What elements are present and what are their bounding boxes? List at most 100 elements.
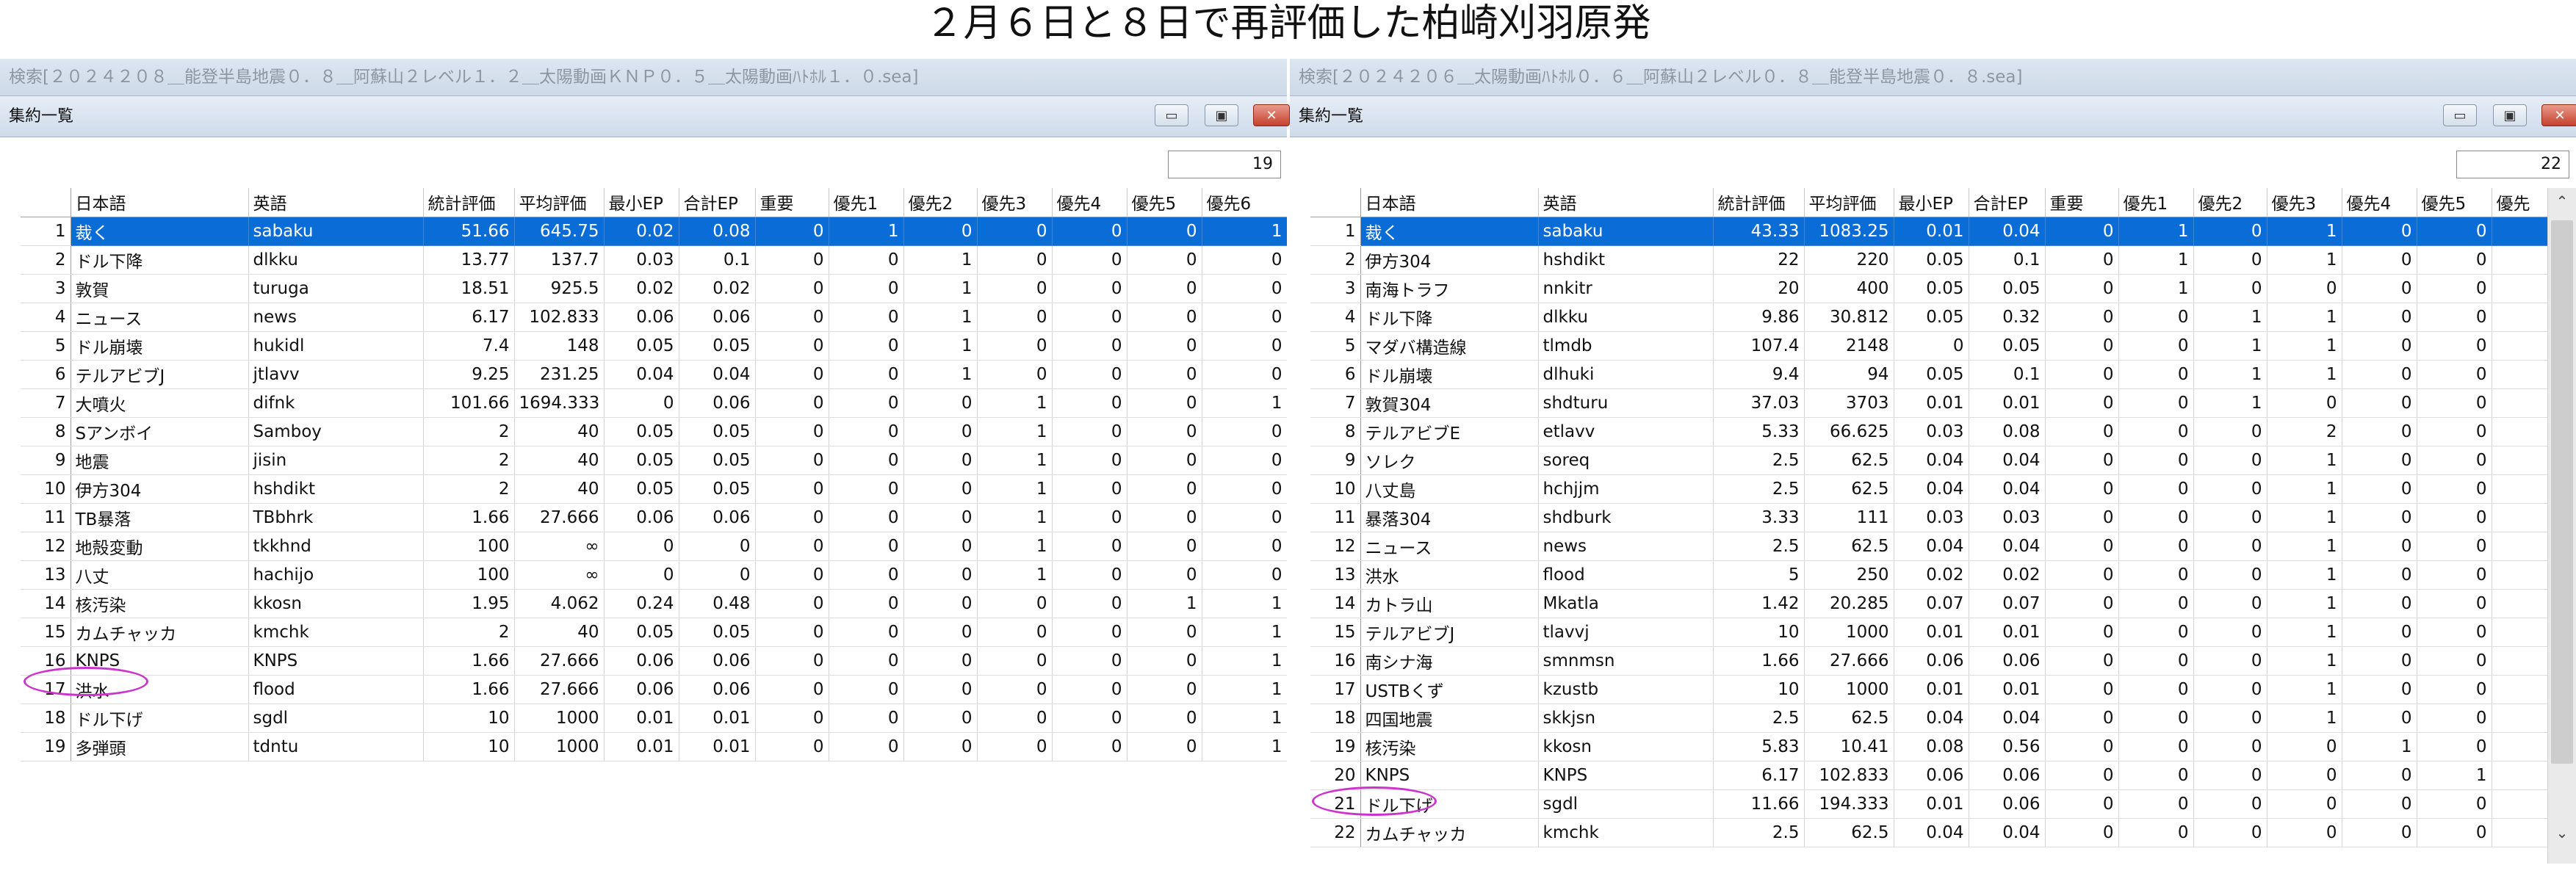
table-row[interactable]: 8 Sアンボイ Samboy 2 40 0.05 0.05 0 0 0 1 0 0 0 bbox=[21, 417, 1287, 446]
column-header[interactable]: 優先 bbox=[2492, 188, 2548, 217]
table-row[interactable]: 1 裁く sabaku 51.66 645.75 0.02 0.08 0 1 0 0 0 0 1 bbox=[21, 217, 1287, 246]
column-header[interactable]: 優先1 bbox=[829, 188, 904, 217]
table-cell: 62.5 bbox=[1804, 703, 1894, 733]
table-row[interactable]: 6 ドル崩壊 dlhuki 9.4 94 0.05 0.1 0 0 1 1 0 0 bbox=[1310, 360, 2548, 389]
scroll-down-icon[interactable]: ⌄ bbox=[2548, 820, 2576, 846]
column-header[interactable]: 優先3 bbox=[2267, 188, 2342, 217]
scroll-up-icon[interactable]: ⌃ bbox=[2548, 188, 2576, 214]
table-cell: 27.666 bbox=[514, 675, 605, 704]
table-row[interactable]: 2 伊方304 hshdikt 22 220 0.05 0.1 0 1 0 1 0 0 bbox=[1310, 245, 2548, 275]
column-header[interactable]: 重要 bbox=[2045, 188, 2119, 217]
column-header[interactable]: 合計EP bbox=[1969, 188, 2046, 217]
table-row[interactable]: 5 ドル崩壊 hukidl 7.4 148 0.05 0.05 0 0 1 0 0 0 0 bbox=[21, 331, 1287, 361]
row-number: 17 bbox=[21, 675, 71, 704]
column-header[interactable]: 優先3 bbox=[977, 188, 1053, 217]
table-row[interactable]: 8 テルアビブE etlavv 5.33 66.625 0.03 0.08 0 0 0 2 0 0 bbox=[1310, 417, 2548, 446]
row-number: 6 bbox=[21, 360, 71, 389]
result-grid[interactable]: 日本語 英語 統計評価 平均評価 最小EP 合計EP 重要 優先1 優先2 優先3 優先4 優先5 優先… bbox=[21, 188, 1287, 847]
table-row[interactable]: 10 伊方304 hshdikt 2 40 0.05 0.05 0 0 0 1 0 0 0 bbox=[21, 474, 1287, 504]
table-cell: 0 bbox=[1202, 560, 1287, 590]
scrollbar-thumb[interactable] bbox=[2551, 220, 2573, 764]
column-header[interactable]: 優先5 bbox=[2417, 188, 2492, 217]
result-grid[interactable]: 日本語 英語 統計評価 平均評価 最小EP 合計EP 重要 優先1 優先2 優先3 優先4 優先5 優先… bbox=[1310, 188, 2548, 878]
column-header[interactable]: 優先4 bbox=[1052, 188, 1128, 217]
table-row[interactable]: 6 テルアビブJ jtlavv 9.25 231.25 0.04 0.04 0 0 1 0 0 0 0 bbox=[21, 360, 1287, 389]
table-row[interactable]: 1 裁く sabaku 43.33 1083.25 0.01 0.04 0 1 0 1 0 0 bbox=[1310, 217, 2548, 246]
table-cell: 0 bbox=[1127, 646, 1202, 676]
column-header[interactable]: 優先4 bbox=[2342, 188, 2417, 217]
close-icon[interactable]: ✕ bbox=[1253, 104, 1290, 126]
table-row[interactable]: 21 ドル下げ sgdl 11.66 194.333 0.01 0.06 0 0 0 0 0 0 bbox=[1310, 789, 2548, 819]
maximize-icon[interactable]: ▣ bbox=[2493, 104, 2527, 126]
table-row[interactable]: 5 マダバ構造線 tlmdb 107.4 2148 0 0.05 0 0 1 1 0 0 bbox=[1310, 331, 2548, 361]
vertical-scrollbar[interactable]: ⌃ ⌄ bbox=[2547, 188, 2576, 864]
minimize-icon[interactable]: ▭ bbox=[1155, 104, 1188, 126]
column-header[interactable]: 最小EP bbox=[604, 188, 679, 217]
table-row[interactable]: 16 南シナ海 smnmsn 1.66 27.666 0.06 0.06 0 0 0 1 0 0 bbox=[1310, 646, 2548, 676]
close-icon[interactable]: ✕ bbox=[2541, 104, 2576, 126]
table-row[interactable]: 11 暴落304 shdburk 3.33 111 0.03 0.03 0 0 0 1 0 0 bbox=[1310, 503, 2548, 532]
table-row[interactable]: 3 敦賀 turuga 18.51 925.5 0.02 0.02 0 0 1 0 0 0 0 bbox=[21, 274, 1287, 303]
table-cell: 0.05 bbox=[679, 474, 756, 504]
column-header[interactable]: 重要 bbox=[755, 188, 829, 217]
column-header[interactable] bbox=[1310, 188, 1361, 217]
table-row[interactable]: 13 洪水 flood 5 250 0.02 0.02 0 0 0 1 0 0 bbox=[1310, 560, 2548, 590]
column-header[interactable] bbox=[21, 188, 71, 217]
table-row[interactable]: 7 大噴火 difnk 101.66 1694.333 0 0.06 0 0 0 1 0 0 1 bbox=[21, 388, 1287, 418]
minimize-icon[interactable]: ▭ bbox=[2443, 104, 2477, 126]
table-cell: 1 bbox=[903, 274, 978, 303]
table-row[interactable]: 20 KNPS KNPS 6.17 102.833 0.06 0.06 0 0 0 0 0 1 bbox=[1310, 761, 2548, 790]
table-row[interactable]: 9 ソレク soreq 2.5 62.5 0.04 0.04 0 0 0 1 0 0 bbox=[1310, 446, 2548, 475]
column-header[interactable]: 優先2 bbox=[2193, 188, 2267, 217]
table-row[interactable]: 12 地殻変動 tkkhnd 100 ∞ 0 0 0 0 0 1 0 0 0 bbox=[21, 532, 1287, 561]
table-cell: ソレク bbox=[1360, 446, 1539, 475]
table-cell: 220 bbox=[1804, 245, 1894, 275]
table-row[interactable]: 16 KNPS KNPS 1.66 27.666 0.06 0.06 0 0 0 0 0 0 1 bbox=[21, 646, 1287, 676]
table-row[interactable]: 18 ドル下げ sgdl 10 1000 0.01 0.01 0 0 0 0 0 0 1 bbox=[21, 703, 1287, 733]
table-row[interactable]: 2 ドル下降 dlkku 13.77 137.7 0.03 0.1 0 0 1 0 0 0 0 bbox=[21, 245, 1287, 275]
column-header[interactable]: 優先5 bbox=[1127, 188, 1202, 217]
row-number: 8 bbox=[21, 417, 71, 446]
table-row[interactable]: 12 ニュース news 2.5 62.5 0.04 0.04 0 0 0 1 0 0 bbox=[1310, 532, 2548, 561]
table-cell: 0 bbox=[1052, 217, 1128, 246]
table-row[interactable]: 4 ニュース news 6.17 102.833 0.06 0.06 0 0 1 0 0 0 0 bbox=[21, 303, 1287, 332]
row-number: 17 bbox=[1310, 675, 1361, 704]
table-cell: nnkitr bbox=[1538, 274, 1714, 303]
table-row[interactable]: 18 四国地震 skkjsn 2.5 62.5 0.04 0.04 0 0 0 1 0 0 bbox=[1310, 703, 2548, 733]
column-header[interactable]: 日本語 bbox=[1360, 188, 1539, 217]
column-header[interactable]: 英語 bbox=[248, 188, 424, 217]
table-row[interactable]: 14 核汚染 kkosn 1.95 4.062 0.24 0.48 0 0 0 0 0 1 1 bbox=[21, 589, 1287, 618]
column-header[interactable]: 優先2 bbox=[903, 188, 978, 217]
column-header[interactable]: 日本語 bbox=[71, 188, 249, 217]
column-header[interactable]: 統計評価 bbox=[423, 188, 515, 217]
table-row[interactable]: 19 多弾頭 tdntu 10 1000 0.01 0.01 0 0 0 0 0 0 1 bbox=[21, 732, 1287, 762]
table-row[interactable]: 15 テルアビブJ tlavvj 10 1000 0.01 0.01 0 0 0 1 0 0 bbox=[1310, 618, 2548, 647]
table-row[interactable]: 15 カムチャッカ kmchk 2 40 0.05 0.05 0 0 0 0 0 0 1 bbox=[21, 618, 1287, 647]
column-header[interactable]: 合計EP bbox=[679, 188, 756, 217]
table-cell: 2148 bbox=[1804, 331, 1894, 361]
column-header[interactable]: 優先1 bbox=[2118, 188, 2194, 217]
table-cell: TBbhrk bbox=[248, 503, 424, 532]
table-row[interactable]: 10 八丈島 hchjjm 2.5 62.5 0.04 0.04 0 0 0 1 0 0 bbox=[1310, 474, 2548, 504]
column-header[interactable]: 平均評価 bbox=[1804, 188, 1894, 217]
column-header[interactable]: 平均評価 bbox=[514, 188, 605, 217]
table-row[interactable]: 17 洪水 flood 1.66 27.666 0.06 0.06 0 0 0 0 0 0 1 bbox=[21, 675, 1287, 704]
table-row[interactable]: 11 TB暴落 TBbhrk 1.66 27.666 0.06 0.06 0 0 0 1 0 0 0 bbox=[21, 503, 1287, 532]
table-row[interactable]: 22 カムチャッカ kmchk 2.5 62.5 0.04 0.04 0 0 0 0 0 0 bbox=[1310, 818, 2548, 847]
column-header[interactable]: 最小EP bbox=[1894, 188, 1969, 217]
table-cell bbox=[2492, 217, 2548, 246]
table-cell: dlkku bbox=[1538, 303, 1714, 332]
table-row[interactable]: 9 地震 jisin 2 40 0.05 0.05 0 0 0 1 0 0 0 bbox=[21, 446, 1287, 475]
table-row[interactable]: 14 カトラ山 Mkatla 1.42 20.285 0.07 0.07 0 0 0 1 0 0 bbox=[1310, 589, 2548, 618]
column-header[interactable]: 英語 bbox=[1538, 188, 1714, 217]
column-header[interactable]: 優先6 bbox=[1202, 188, 1287, 217]
table-row[interactable]: 4 ドル下降 dlkku 9.86 30.812 0.05 0.32 0 0 1 1 0 0 bbox=[1310, 303, 2548, 332]
column-header[interactable]: 統計評価 bbox=[1713, 188, 1805, 217]
table-row[interactable]: 3 南海トラフ nnkitr 20 400 0.05 0.05 0 1 0 0 0 0 bbox=[1310, 274, 2548, 303]
table-row[interactable]: 13 八丈 hachijo 100 ∞ 0 0 0 0 0 1 0 0 0 bbox=[21, 560, 1287, 590]
table-row[interactable]: 7 敦賀304 shdturu 37.03 3703 0.01 0.01 0 0 1 0 0 0 bbox=[1310, 388, 2548, 418]
table-row[interactable]: 19 核汚染 kkosn 5.83 10.41 0.08 0.56 0 0 0 0 1 0 bbox=[1310, 732, 2548, 762]
maximize-icon[interactable]: ▣ bbox=[1205, 104, 1238, 126]
table-row[interactable]: 17 USTBくず kzustb 10 1000 0.01 0.01 0 0 0 1 0 0 bbox=[1310, 675, 2548, 704]
table-cell: 0 bbox=[977, 589, 1053, 618]
